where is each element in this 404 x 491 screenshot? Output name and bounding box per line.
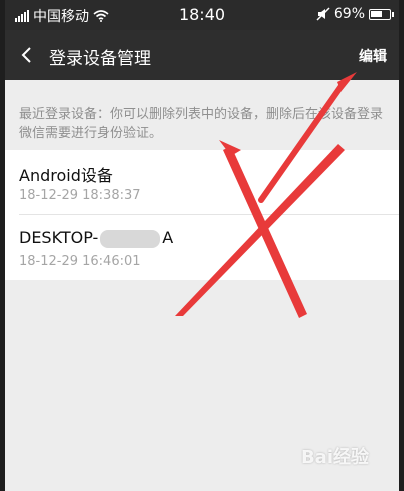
phone-screen: 中国移动 18:40 69% 登录设备管理 编辑 最近登录设备：你可以删除列表中… <box>5 0 399 491</box>
status-right: 69% <box>316 6 394 22</box>
device-name-prefix: DESKTOP- <box>19 228 99 247</box>
device-name: Android设备 <box>19 166 113 185</box>
device-name: DESKTOP- A <box>19 228 173 248</box>
status-bar: 中国移动 18:40 69% <box>5 0 399 30</box>
redaction-mask <box>100 229 161 248</box>
mute-icon <box>316 7 330 21</box>
device-time: 18-12-29 16:46:01 <box>19 254 141 269</box>
battery-percent: 69% <box>333 6 365 22</box>
list-item[interactable]: DESKTOP- A 18-12-29 16:46:01 <box>5 216 399 280</box>
back-button[interactable] <box>13 42 39 68</box>
watermark: Bai经验 <box>300 447 369 468</box>
battery-icon <box>369 8 394 20</box>
nav-bar: 登录设备管理 编辑 <box>5 30 399 80</box>
device-time: 18-12-29 18:38:37 <box>19 188 141 203</box>
edit-button[interactable]: 编辑 <box>359 46 387 66</box>
device-name-suffix: A <box>162 228 174 247</box>
device-list: Android设备 18-12-29 18:38:37 DESKTOP- A 18… <box>5 150 399 280</box>
hint-text: 最近登录设备：你可以删除列表中的设备，删除后在该设备登录微信需要进行身份验证。 <box>19 107 384 141</box>
divider <box>19 214 399 215</box>
chevron-left-icon <box>21 47 31 63</box>
list-item[interactable]: Android设备 18-12-29 18:38:37 <box>5 150 399 215</box>
page-title: 登录设备管理 <box>49 49 151 69</box>
